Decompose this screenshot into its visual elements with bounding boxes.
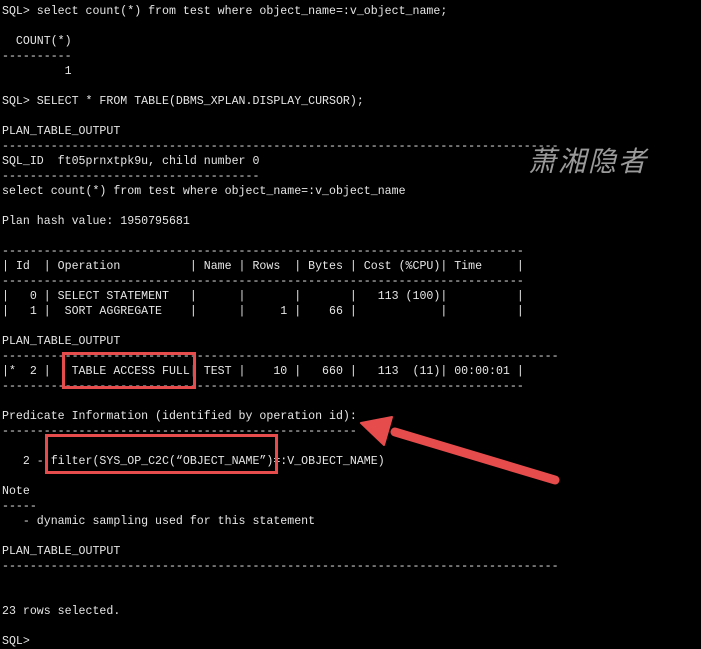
arrow-icon [360, 416, 560, 485]
annotation-arrow [360, 416, 560, 485]
